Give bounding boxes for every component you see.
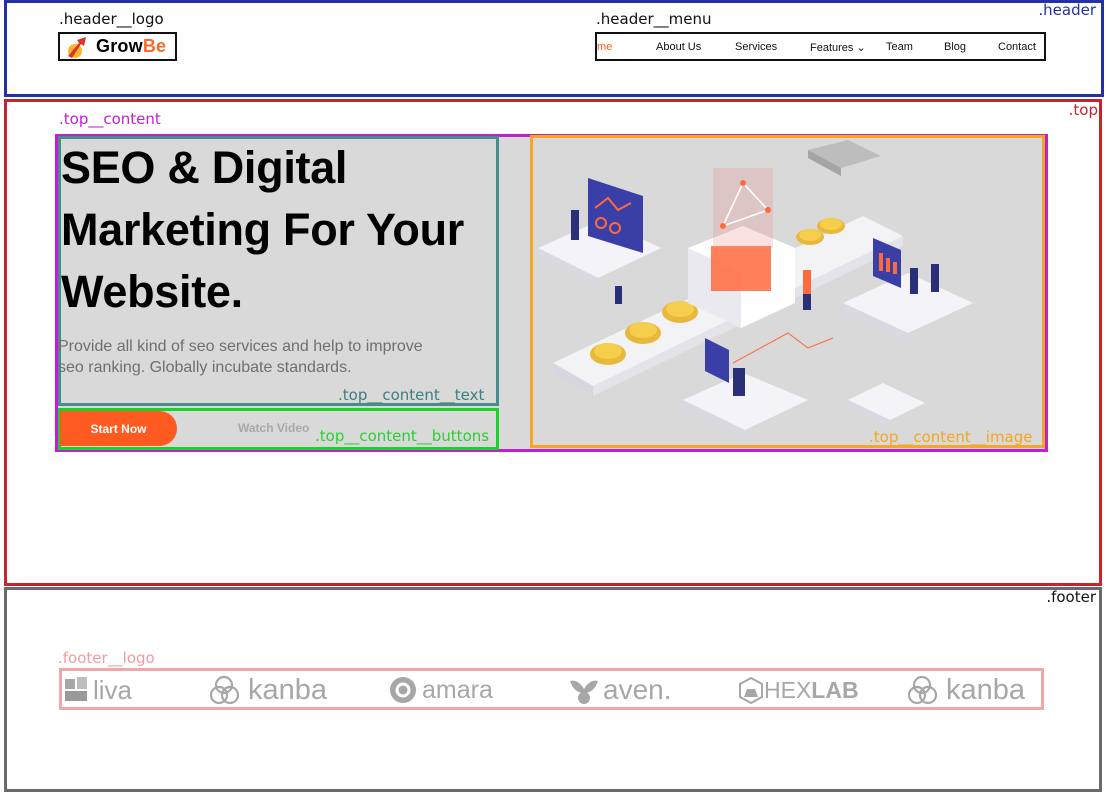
header-tag: .header xyxy=(1038,1,1096,19)
brand-name: aven. xyxy=(603,674,672,705)
brand-name: LAB xyxy=(811,676,859,703)
brand-hexlab: HEX LAB xyxy=(738,675,859,705)
kanba-logo-icon xyxy=(908,675,938,705)
brand-name: HEX xyxy=(764,676,812,703)
brand-aven: aven. xyxy=(568,674,672,705)
top-content-text-tag: .top__content__text xyxy=(338,386,485,404)
hero-subtext-line: seo ranking. Globally incubate standards… xyxy=(58,359,352,376)
brand-name: kanba xyxy=(946,673,1026,706)
brand-amara: amara xyxy=(388,675,493,705)
hexlab-logo-icon xyxy=(739,676,763,705)
menu-item-blog[interactable]: Blog xyxy=(944,41,966,53)
menu-item-contact[interactable]: Contact xyxy=(998,41,1036,53)
header-logo[interactable]: GrowBe xyxy=(58,32,177,61)
start-now-button[interactable]: Start Now xyxy=(60,411,177,446)
liva-logo-icon xyxy=(65,677,87,701)
menu-item-features[interactable]: Features ⌄ xyxy=(810,41,866,54)
hero-headline-line: Website. xyxy=(61,266,243,317)
brand-name: amara xyxy=(422,675,493,704)
menu-item-home[interactable]: Home xyxy=(597,41,612,53)
header-menu-tag: .header__menu xyxy=(596,10,712,28)
footer-logos: liva kanba amara aven. HEX LAB kanba xyxy=(59,668,1044,710)
top-content-image-tag: .top__content__image xyxy=(869,428,1033,446)
top-tag: .top xyxy=(1068,101,1098,119)
watch-video-button[interactable]: Watch Video xyxy=(238,421,309,435)
hero-subtext-line: Provide all kind of seo services and hel… xyxy=(58,338,423,355)
header-menu: Home About Us Services Features ⌄ Team B… xyxy=(595,32,1046,61)
top-content-buttons-tag: .top__content__buttons xyxy=(315,427,490,445)
brand-liva: liva xyxy=(65,675,132,705)
hero-headline: SEO & Digital Marketing For Your Website… xyxy=(61,137,501,323)
brand-name: kanba xyxy=(248,673,328,706)
footer-tag: .footer xyxy=(1046,588,1096,606)
hero-headline-line: Marketing For Your xyxy=(61,204,464,255)
footer-logo-tag: .footer__logo xyxy=(58,649,155,667)
logo-text-main: Grow xyxy=(96,36,143,56)
brand-kanba: kanba xyxy=(210,673,328,706)
header-logo-tag: .header__logo xyxy=(59,10,164,28)
hero-subtext: Provide all kind of seo services and hel… xyxy=(58,336,478,378)
logo-wordmark: GrowBe xyxy=(96,36,166,57)
menu-item-team[interactable]: Team xyxy=(886,41,913,53)
top-content-tag: .top__content xyxy=(59,110,161,128)
aven-logo-icon xyxy=(570,680,598,704)
brand-kanba-2: kanba xyxy=(908,673,1026,706)
hero-headline-line: SEO & Digital xyxy=(61,142,348,193)
hero-illustration xyxy=(530,135,1045,448)
menu-item-about[interactable]: About Us xyxy=(656,41,701,53)
amara-logo-icon xyxy=(390,677,416,703)
brand-name: liva xyxy=(93,674,133,705)
growbe-logo-icon xyxy=(64,34,90,60)
kanba-logo-icon xyxy=(210,675,240,705)
logo-text-accent: Be xyxy=(142,36,167,56)
menu-item-services[interactable]: Services xyxy=(735,41,777,53)
